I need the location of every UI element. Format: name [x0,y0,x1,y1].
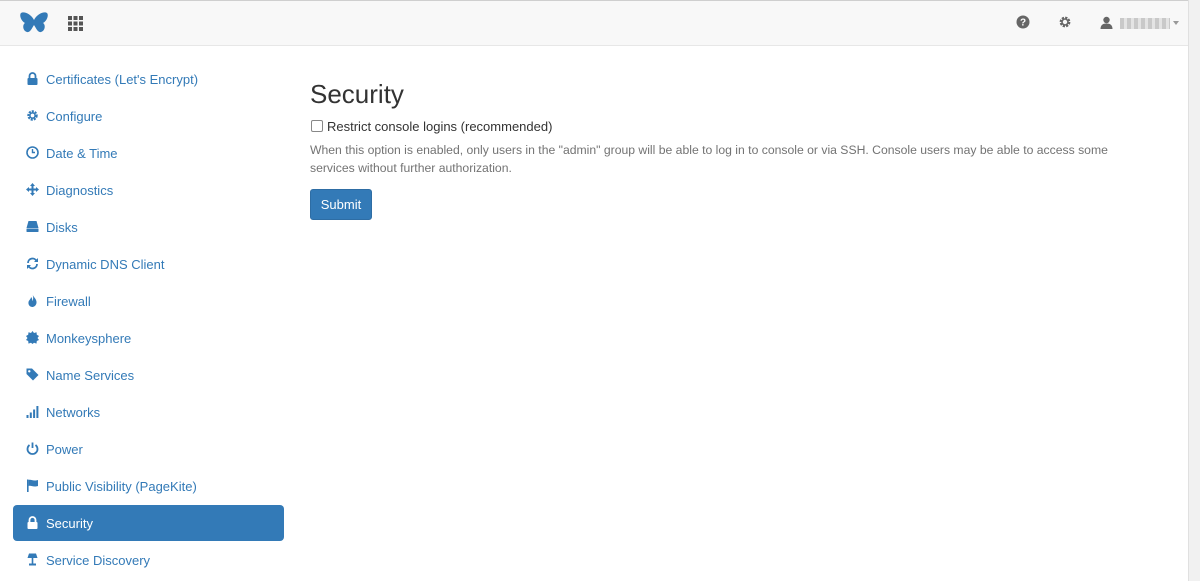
sidebar-item-security[interactable]: Security [13,505,284,541]
sidebar-item-dynamic-dns[interactable]: Dynamic DNS Client [13,246,284,282]
lock-icon [26,72,39,85]
butterfly-logo-icon[interactable] [19,11,49,37]
sidebar-item-label: Name Services [46,368,135,383]
sidebar-item-configure[interactable]: Configure [13,98,284,134]
sidebar-item-disks[interactable]: Disks [13,209,284,245]
refresh-icon [26,257,39,270]
clock-icon [26,146,39,159]
user-icon [1100,16,1113,29]
sidebar-item-diagnostics[interactable]: Diagnostics [13,172,284,208]
sidebar-item-networks[interactable]: Networks [13,394,284,430]
svg-text:?: ? [1020,18,1026,29]
restrict-console-row: Restrict console logins (recommended) [310,118,1170,136]
sidebar-item-label: Certificates (Let's Encrypt) [46,72,199,87]
submit-button[interactable]: Submit [310,189,372,220]
move-arrows-icon [26,183,39,196]
tag-icon [26,368,39,381]
sidebar-item-label: Monkeysphere [46,331,132,346]
sidebar-item-service-discovery[interactable]: Service Discovery [13,542,284,578]
flag-icon [26,479,39,492]
sidebar-item-label: Service Discovery [46,553,151,568]
sidebar-item-label: Security [46,516,93,531]
sidebar-item-label: Configure [46,109,103,124]
user-menu[interactable]: username [1100,15,1180,31]
fire-icon [26,294,39,307]
sidebar: Certificates (Let's Encrypt) Configure D… [13,61,284,579]
sidebar-item-date-time[interactable]: Date & Time [13,135,284,171]
gear-icon[interactable] [1058,15,1074,31]
page-title: Security [310,79,404,109]
sidebar-item-power[interactable]: Power [13,431,284,467]
user-name: username [1120,18,1170,29]
sidebar-item-public-visibility[interactable]: Public Visibility (PageKite) [13,468,284,504]
question-circle-icon[interactable]: ? [1016,15,1032,31]
sidebar-item-monkeysphere[interactable]: Monkeysphere [13,320,284,356]
sidebar-item-label: Networks [46,405,101,420]
hdd-icon [26,220,39,233]
signal-icon [26,405,39,418]
restrict-console-label[interactable]: Restrict console logins (recommended) [327,119,552,134]
help-text: When this option is enabled, only users … [310,143,1108,175]
sidebar-item-certificates[interactable]: Certificates (Let's Encrypt) [13,61,284,97]
sidebar-item-label: Public Visibility (PageKite) [46,479,197,494]
chevron-down-icon [1173,21,1179,25]
gear-icon [26,109,39,122]
certificate-icon [26,331,39,344]
sidebar-item-label: Disks [46,220,78,235]
grid-icon[interactable] [68,16,83,31]
sidebar-item-label: Date & Time [46,146,118,161]
sidebar-item-label: Dynamic DNS Client [46,257,165,272]
restrict-console-checkbox[interactable] [311,120,323,132]
lock-icon [26,516,39,529]
main-content: Security Restrict console logins (recomm… [310,78,1170,220]
sidebar-item-label: Diagnostics [46,183,114,198]
sidebar-item-label: Firewall [46,294,91,309]
scrollbar[interactable] [1188,0,1200,581]
sidebar-item-name-services[interactable]: Name Services [13,357,284,393]
sidebar-item-firewall[interactable]: Firewall [13,283,284,319]
lamp-icon [26,553,39,566]
sidebar-item-label: Power [46,442,83,457]
top-navbar: ? username [0,0,1188,46]
power-icon [26,442,39,455]
